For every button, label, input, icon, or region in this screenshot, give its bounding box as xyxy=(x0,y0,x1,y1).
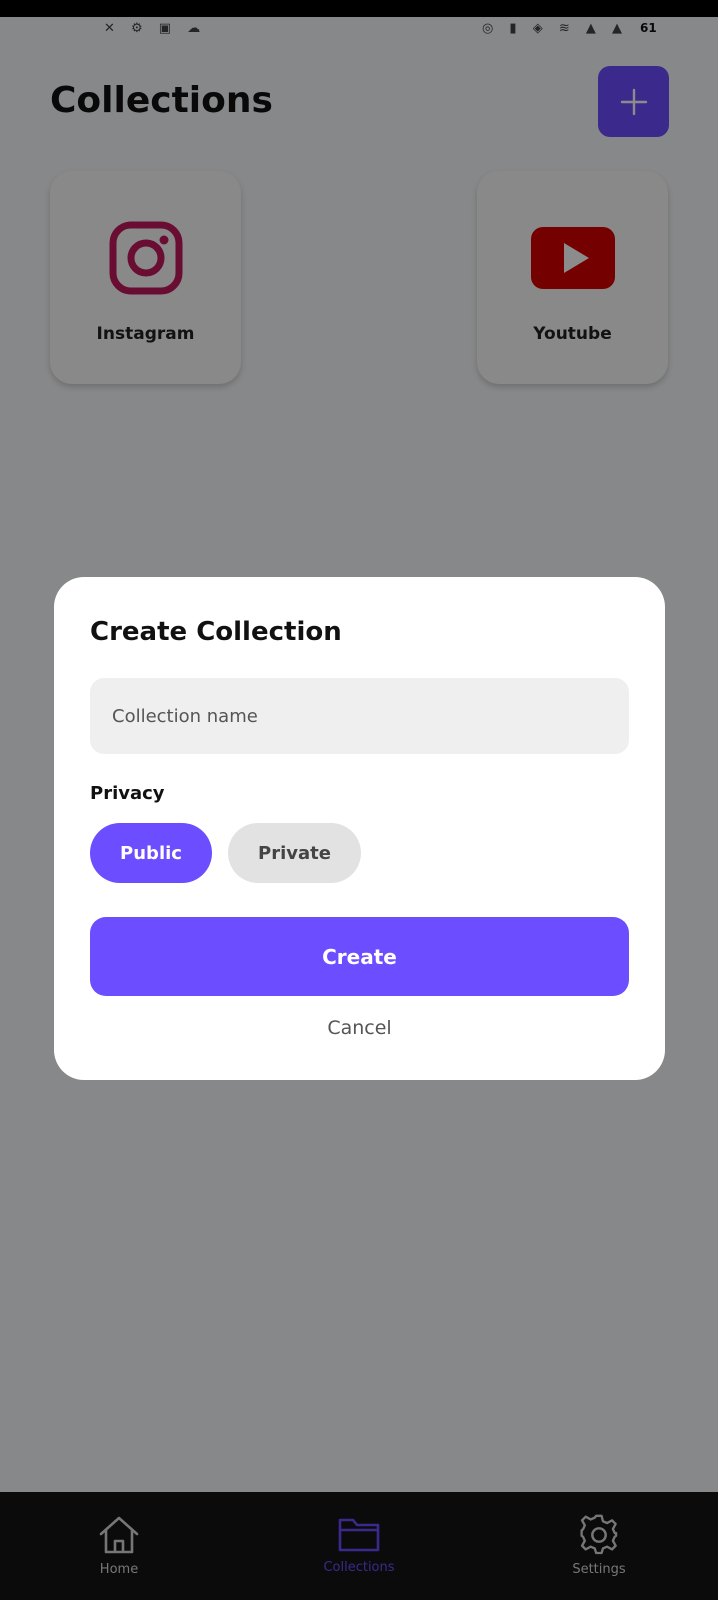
privacy-option-private[interactable]: Private xyxy=(228,823,361,883)
dialog-title: Create Collection xyxy=(90,617,342,647)
privacy-label: Privacy xyxy=(90,783,165,804)
create-collection-dialog: Create Collection Privacy Public Private… xyxy=(54,577,665,1080)
cancel-button[interactable]: Cancel xyxy=(54,1017,665,1039)
collection-name-input[interactable] xyxy=(90,678,629,754)
privacy-option-public[interactable]: Public xyxy=(90,823,212,883)
create-button[interactable]: Create xyxy=(90,917,629,996)
